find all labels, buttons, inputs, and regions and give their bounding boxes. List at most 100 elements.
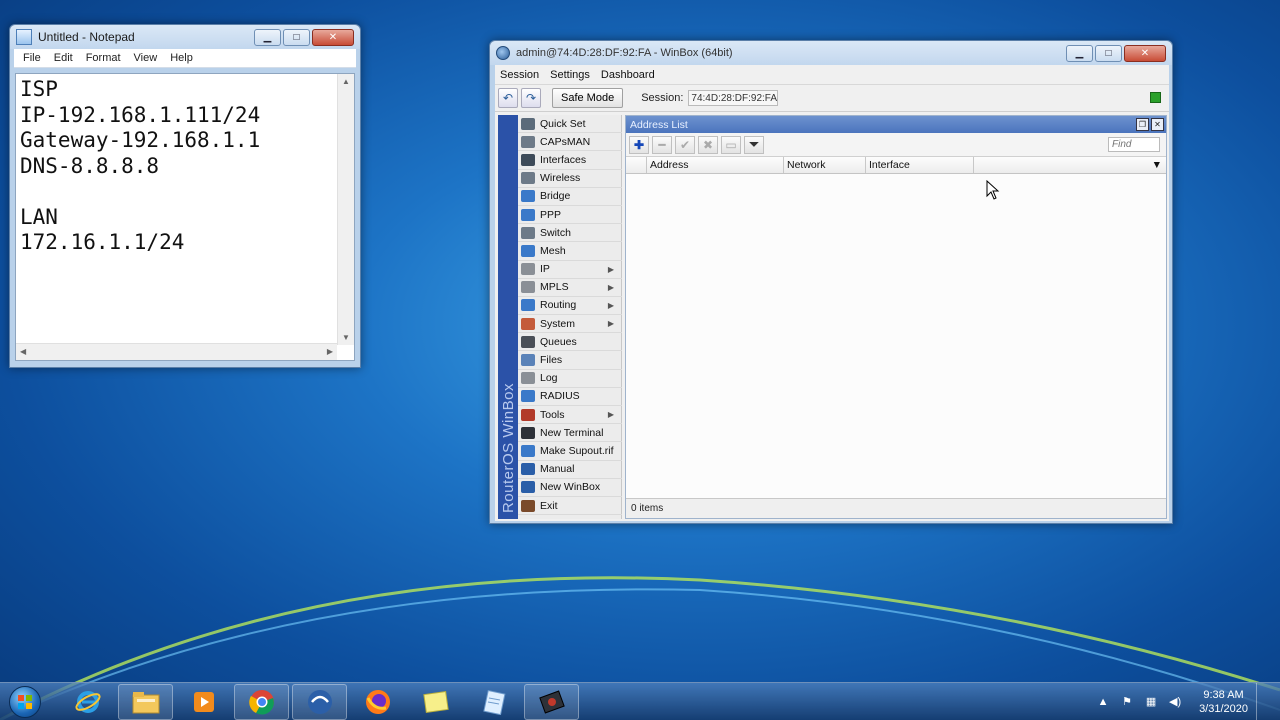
add-icon[interactable]: ✚: [629, 135, 649, 154]
sidebar-item-queues[interactable]: Queues: [518, 333, 622, 352]
menu-session[interactable]: Session: [500, 69, 539, 81]
notepad-text-area[interactable]: ISP IP-192.168.1.111/24 Gateway-192.168.…: [15, 73, 355, 361]
column-network[interactable]: Network: [784, 157, 866, 173]
column-chooser-icon[interactable]: ▼: [974, 157, 1166, 173]
close-button[interactable]: ✕: [312, 28, 354, 46]
address-table-body[interactable]: [626, 174, 1166, 498]
ip-icon: [521, 263, 535, 276]
maximize-button[interactable]: □: [1095, 44, 1122, 62]
column-address[interactable]: Address: [647, 157, 784, 173]
winbox-titlebar[interactable]: admin@74:4D:28:DF:92:FA - WinBox (64bit)…: [490, 41, 1172, 65]
sidebar-item-files[interactable]: Files: [518, 351, 622, 370]
winbox-sidebar: RouterOS WinBox Quick Set CAPsMAN Interfac…: [498, 115, 622, 519]
notepad-content[interactable]: ISP IP-192.168.1.111/24 Gateway-192.168.…: [20, 77, 336, 256]
winbox-running-button[interactable]: [524, 683, 579, 720]
internet-explorer-button[interactable]: [60, 684, 115, 720]
winbox-app-button[interactable]: [292, 683, 347, 720]
clock[interactable]: 9:38 AM 3/31/2020: [1199, 688, 1248, 716]
menu-format[interactable]: Format: [86, 52, 121, 64]
routing-icon: [521, 299, 535, 312]
sidebar-item-capsman[interactable]: CAPsMAN: [518, 133, 622, 152]
sidebar-item-log[interactable]: Log: [518, 370, 622, 388]
media-player-button[interactable]: [176, 684, 231, 720]
notepad-window[interactable]: Untitled - Notepad ▁ □ ✕ File Edit Forma…: [9, 24, 361, 368]
maximize-button[interactable]: □: [283, 28, 310, 46]
sidebar-item-interfaces[interactable]: Interfaces: [518, 151, 622, 170]
sidebar-item-radius[interactable]: RADIUS: [518, 388, 622, 406]
address-list-toolbar: ✚ ━ ✔ ✖ ▭ ⏷: [626, 133, 1166, 157]
safe-mode-button[interactable]: Safe Mode: [552, 88, 624, 108]
sidebar-item-manual[interactable]: Manual: [518, 461, 622, 479]
chrome-button[interactable]: [234, 683, 289, 720]
sidebar-item-new-terminal[interactable]: New Terminal: [518, 424, 622, 443]
volume-icon[interactable]: ◀): [1168, 695, 1182, 709]
sidebar-item-wireless[interactable]: Wireless: [518, 170, 622, 188]
submenu-arrow-icon: ▶: [607, 282, 614, 292]
sidebar-item-label: CAPsMAN: [540, 135, 591, 148]
menu-edit[interactable]: Edit: [54, 52, 73, 64]
sidebar-item-ppp[interactable]: PPP: [518, 206, 622, 225]
notepad-app-button[interactable]: [466, 684, 521, 720]
menu-view[interactable]: View: [134, 52, 158, 64]
find-input[interactable]: [1108, 137, 1160, 152]
sidebar-item-quick-set[interactable]: Quick Set: [518, 115, 622, 134]
redo-icon[interactable]: ↷: [521, 88, 541, 108]
network-icon[interactable]: ▦: [1144, 695, 1158, 709]
scroll-down-icon[interactable]: ▼: [342, 333, 350, 342]
sidebar-item-make-supout-rif[interactable]: Make Supout.rif: [518, 442, 622, 461]
sidebar-item-exit[interactable]: Exit: [518, 497, 622, 516]
enable-icon[interactable]: ✔: [675, 135, 695, 154]
sticky-notes-button[interactable]: [408, 684, 463, 720]
undo-icon[interactable]: ↶: [498, 88, 518, 108]
menu-help[interactable]: Help: [170, 52, 193, 64]
show-hidden-icons-icon[interactable]: ▲: [1096, 695, 1110, 709]
session-field[interactable]: 74:4D:28:DF:92:FA: [688, 90, 779, 106]
address-list-titlebar[interactable]: Address List ❐ ✕: [626, 116, 1166, 133]
comment-icon[interactable]: ▭: [721, 135, 741, 154]
filter-icon[interactable]: ⏷: [744, 135, 764, 154]
address-list-window[interactable]: Address List ❐ ✕ ✚ ━ ✔ ✖ ▭ ⏷ Address Net…: [625, 115, 1167, 519]
horizontal-scrollbar[interactable]: ◀ ▶: [16, 343, 337, 360]
minimize-button[interactable]: ▁: [254, 28, 281, 46]
winbox-window[interactable]: admin@74:4D:28:DF:92:FA - WinBox (64bit)…: [489, 40, 1173, 524]
sidebar-item-tools[interactable]: Tools ▶: [518, 406, 622, 425]
column-interface[interactable]: Interface: [866, 157, 974, 173]
taskbar: ▲ ⚑ ▦ ◀) 9:38 AM 3/31/2020: [0, 682, 1280, 720]
sidebar-item-bridge[interactable]: Bridge: [518, 188, 622, 206]
sidebar-item-label: Log: [540, 372, 558, 385]
radius-icon: [521, 390, 535, 403]
sidebar-item-new-winbox[interactable]: New WinBox: [518, 479, 622, 497]
folder-icon: [132, 691, 159, 713]
minimize-button[interactable]: ▁: [1066, 44, 1093, 62]
column-flags[interactable]: [626, 157, 647, 173]
vertical-scrollbar[interactable]: ▲ ▼: [337, 74, 354, 345]
notepad-titlebar[interactable]: Untitled - Notepad ▁ □ ✕: [10, 25, 360, 49]
wireless-icon: [521, 172, 535, 185]
sidebar-item-mpls[interactable]: MPLS ▶: [518, 279, 622, 297]
restore-icon[interactable]: ❐: [1136, 118, 1149, 131]
firefox-button[interactable]: [350, 684, 405, 720]
sidebar-item-switch[interactable]: Switch: [518, 224, 622, 243]
close-icon[interactable]: ✕: [1151, 118, 1164, 131]
sidebar-item-routing[interactable]: Routing ▶: [518, 297, 622, 316]
file-explorer-button[interactable]: [118, 683, 173, 720]
scroll-left-icon[interactable]: ◀: [20, 347, 26, 356]
menu-file[interactable]: File: [23, 52, 41, 64]
action-center-icon[interactable]: ⚑: [1120, 695, 1134, 709]
sidebar-item-system[interactable]: System ▶: [518, 315, 622, 334]
winbox-toolbar: ↶ ↷ Safe Mode Session: 74:4D:28:DF:92:FA: [495, 85, 1169, 112]
remove-icon[interactable]: ━: [652, 135, 672, 154]
sidebar-item-label: Tools: [540, 408, 565, 421]
sidebar-item-mesh[interactable]: Mesh: [518, 242, 622, 261]
sidebar-item-label: Queues: [540, 335, 577, 348]
menu-dashboard[interactable]: Dashboard: [601, 69, 655, 81]
scroll-up-icon[interactable]: ▲: [342, 77, 350, 86]
winbox-icon: [496, 46, 510, 60]
sidebar-item-ip[interactable]: IP ▶: [518, 261, 622, 279]
disable-icon[interactable]: ✖: [698, 135, 718, 154]
menu-settings[interactable]: Settings: [550, 69, 590, 81]
close-button[interactable]: ✕: [1124, 44, 1166, 62]
show-desktop-button[interactable]: [1256, 682, 1268, 720]
scroll-right-icon[interactable]: ▶: [327, 347, 333, 356]
start-button[interactable]: [5, 684, 45, 720]
